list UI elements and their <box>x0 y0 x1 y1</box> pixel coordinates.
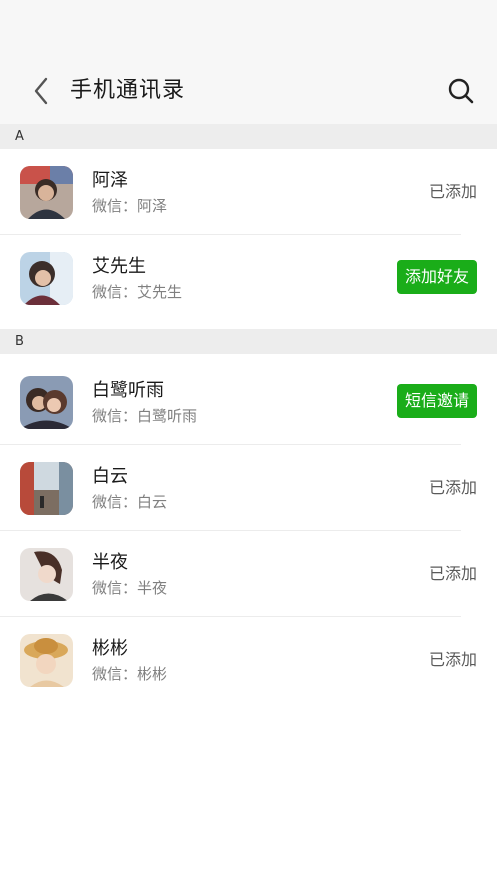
chevron-left-icon <box>34 77 48 105</box>
avatar <box>20 376 73 429</box>
contact-row[interactable]: 半夜 微信：半夜 已添加 <box>0 531 497 617</box>
avatar <box>20 252 73 305</box>
avatar <box>20 634 73 687</box>
contact-name: 白云 <box>92 466 128 487</box>
added-status: 已添加 <box>428 478 477 497</box>
contact-name: 白鹭听雨 <box>92 380 164 401</box>
avatar <box>20 462 73 515</box>
sms-invite-button[interactable]: 短信邀请 <box>396 384 477 418</box>
contact-wechat-id: 微信：彬彬 <box>92 665 168 683</box>
contact-row[interactable]: 彬彬 微信：彬彬 已添加 <box>0 617 497 703</box>
added-status: 已添加 <box>428 564 477 583</box>
contact-wechat-id: 微信：阿泽 <box>92 197 168 215</box>
contact-wechat-id: 微信：白鹭听雨 <box>92 407 198 425</box>
section-header-b: B <box>0 329 497 354</box>
search-button[interactable] <box>446 76 476 106</box>
contact-wechat-id: 微信：半夜 <box>92 579 168 597</box>
add-friend-button[interactable]: 添加好友 <box>396 260 477 294</box>
contact-name: 半夜 <box>92 552 128 573</box>
contact-name: 彬彬 <box>92 638 128 659</box>
avatar <box>20 548 73 601</box>
contact-row[interactable]: 阿泽 微信：阿泽 已添加 <box>0 149 497 235</box>
avatar <box>20 166 73 219</box>
contact-row[interactable]: 白鹭听雨 微信：白鹭听雨 短信邀请 <box>0 359 497 445</box>
contact-name: 艾先生 <box>92 256 146 277</box>
contact-name: 阿泽 <box>92 170 128 191</box>
page-title: 手机通讯录 <box>70 78 186 103</box>
contact-row[interactable]: 艾先生 微信：艾先生 添加好友 <box>0 235 497 321</box>
top-bar: 手机通讯录 <box>0 0 497 124</box>
contact-wechat-id: 微信：白云 <box>92 493 168 511</box>
section-letter: B <box>15 334 24 349</box>
added-status: 已添加 <box>428 182 477 201</box>
search-icon <box>448 78 474 104</box>
contact-row[interactable]: 白云 微信：白云 已添加 <box>0 445 497 531</box>
section-letter: A <box>15 129 24 144</box>
section-header-a: A <box>0 124 497 149</box>
added-status: 已添加 <box>428 650 477 669</box>
contact-wechat-id: 微信：艾先生 <box>92 283 183 301</box>
back-button[interactable] <box>26 74 56 108</box>
